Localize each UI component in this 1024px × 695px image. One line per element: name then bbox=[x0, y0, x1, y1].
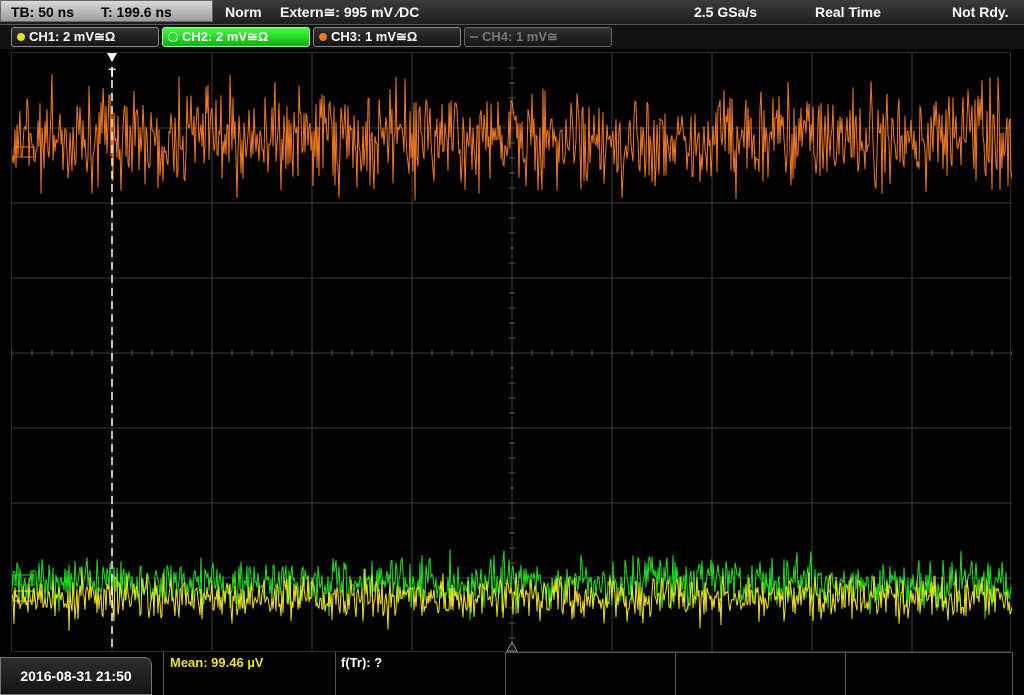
trigger-source-label[interactable]: Extern≅: 995 mV ∕DC bbox=[280, 4, 419, 21]
channel-4-tab[interactable]: CH4: 1 mV≅ bbox=[464, 27, 612, 47]
waveform-svg[interactable]: T bbox=[11, 52, 1013, 654]
channel-1-tab[interactable]: CH1: 2 mV≅Ω bbox=[11, 27, 159, 47]
measurement-2-cell[interactable]: f(Tr): ? bbox=[335, 652, 505, 695]
channel-bar: CH1: 2 mV≅Ω CH2: 2 mV≅Ω CH3: 1 mV≅Ω CH4:… bbox=[0, 25, 1024, 49]
trigger-status-label: Not Rdy. bbox=[952, 4, 1009, 20]
trigger-mode-label[interactable]: Norm bbox=[225, 4, 262, 20]
datetime-label: 2016-08-31 21:50 bbox=[20, 668, 132, 684]
waveform-display[interactable]: T bbox=[11, 52, 1013, 654]
channel-4-off-indicator bbox=[470, 36, 478, 38]
measurement-1-cell[interactable]: Mean: 99.46 µV bbox=[163, 652, 335, 695]
channel-3-dot bbox=[319, 33, 327, 41]
channel-1-label: CH1: 2 mV≅Ω bbox=[29, 29, 116, 44]
acquisition-mode-label: Real Time bbox=[815, 4, 881, 20]
datetime-display: 2016-08-31 21:50 bbox=[0, 657, 152, 695]
measurement-3-cell[interactable] bbox=[505, 652, 675, 695]
sample-rate-label: 2.5 GSa/s bbox=[694, 4, 758, 20]
timebase-label: TB: 50 ns bbox=[11, 4, 75, 20]
mean-measurement: Mean: 99.46 µV bbox=[170, 655, 264, 670]
trigger-marker-label: T bbox=[108, 66, 116, 80]
measurement-5-cell[interactable] bbox=[845, 652, 1013, 695]
channel-4-label: CH4: 1 mV≅ bbox=[482, 29, 558, 44]
channel-2-tab[interactable]: CH2: 2 mV≅Ω bbox=[162, 27, 310, 47]
channel-1-dot bbox=[17, 33, 25, 41]
channel-3-tab[interactable]: CH3: 1 mV≅Ω bbox=[313, 27, 461, 47]
trigger-time-label: T: 199.6 ns bbox=[101, 4, 172, 20]
channel-3-label: CH3: 1 mV≅Ω bbox=[331, 29, 418, 44]
measurement-4-cell[interactable] bbox=[675, 652, 845, 695]
trigger-arrow-icon bbox=[107, 53, 117, 62]
channel-2-label: CH2: 2 mV≅Ω bbox=[182, 29, 269, 44]
channel-3-ground-marker bbox=[13, 146, 35, 158]
rise-frequency-measurement: f(Tr): ? bbox=[341, 655, 383, 670]
status-bar: TB: 50 ns T: 199.6 ns Norm Extern≅: 995 … bbox=[0, 0, 1024, 25]
channel-2-dot bbox=[168, 32, 178, 42]
timebase-box[interactable]: TB: 50 ns T: 199.6 ns bbox=[0, 0, 213, 22]
